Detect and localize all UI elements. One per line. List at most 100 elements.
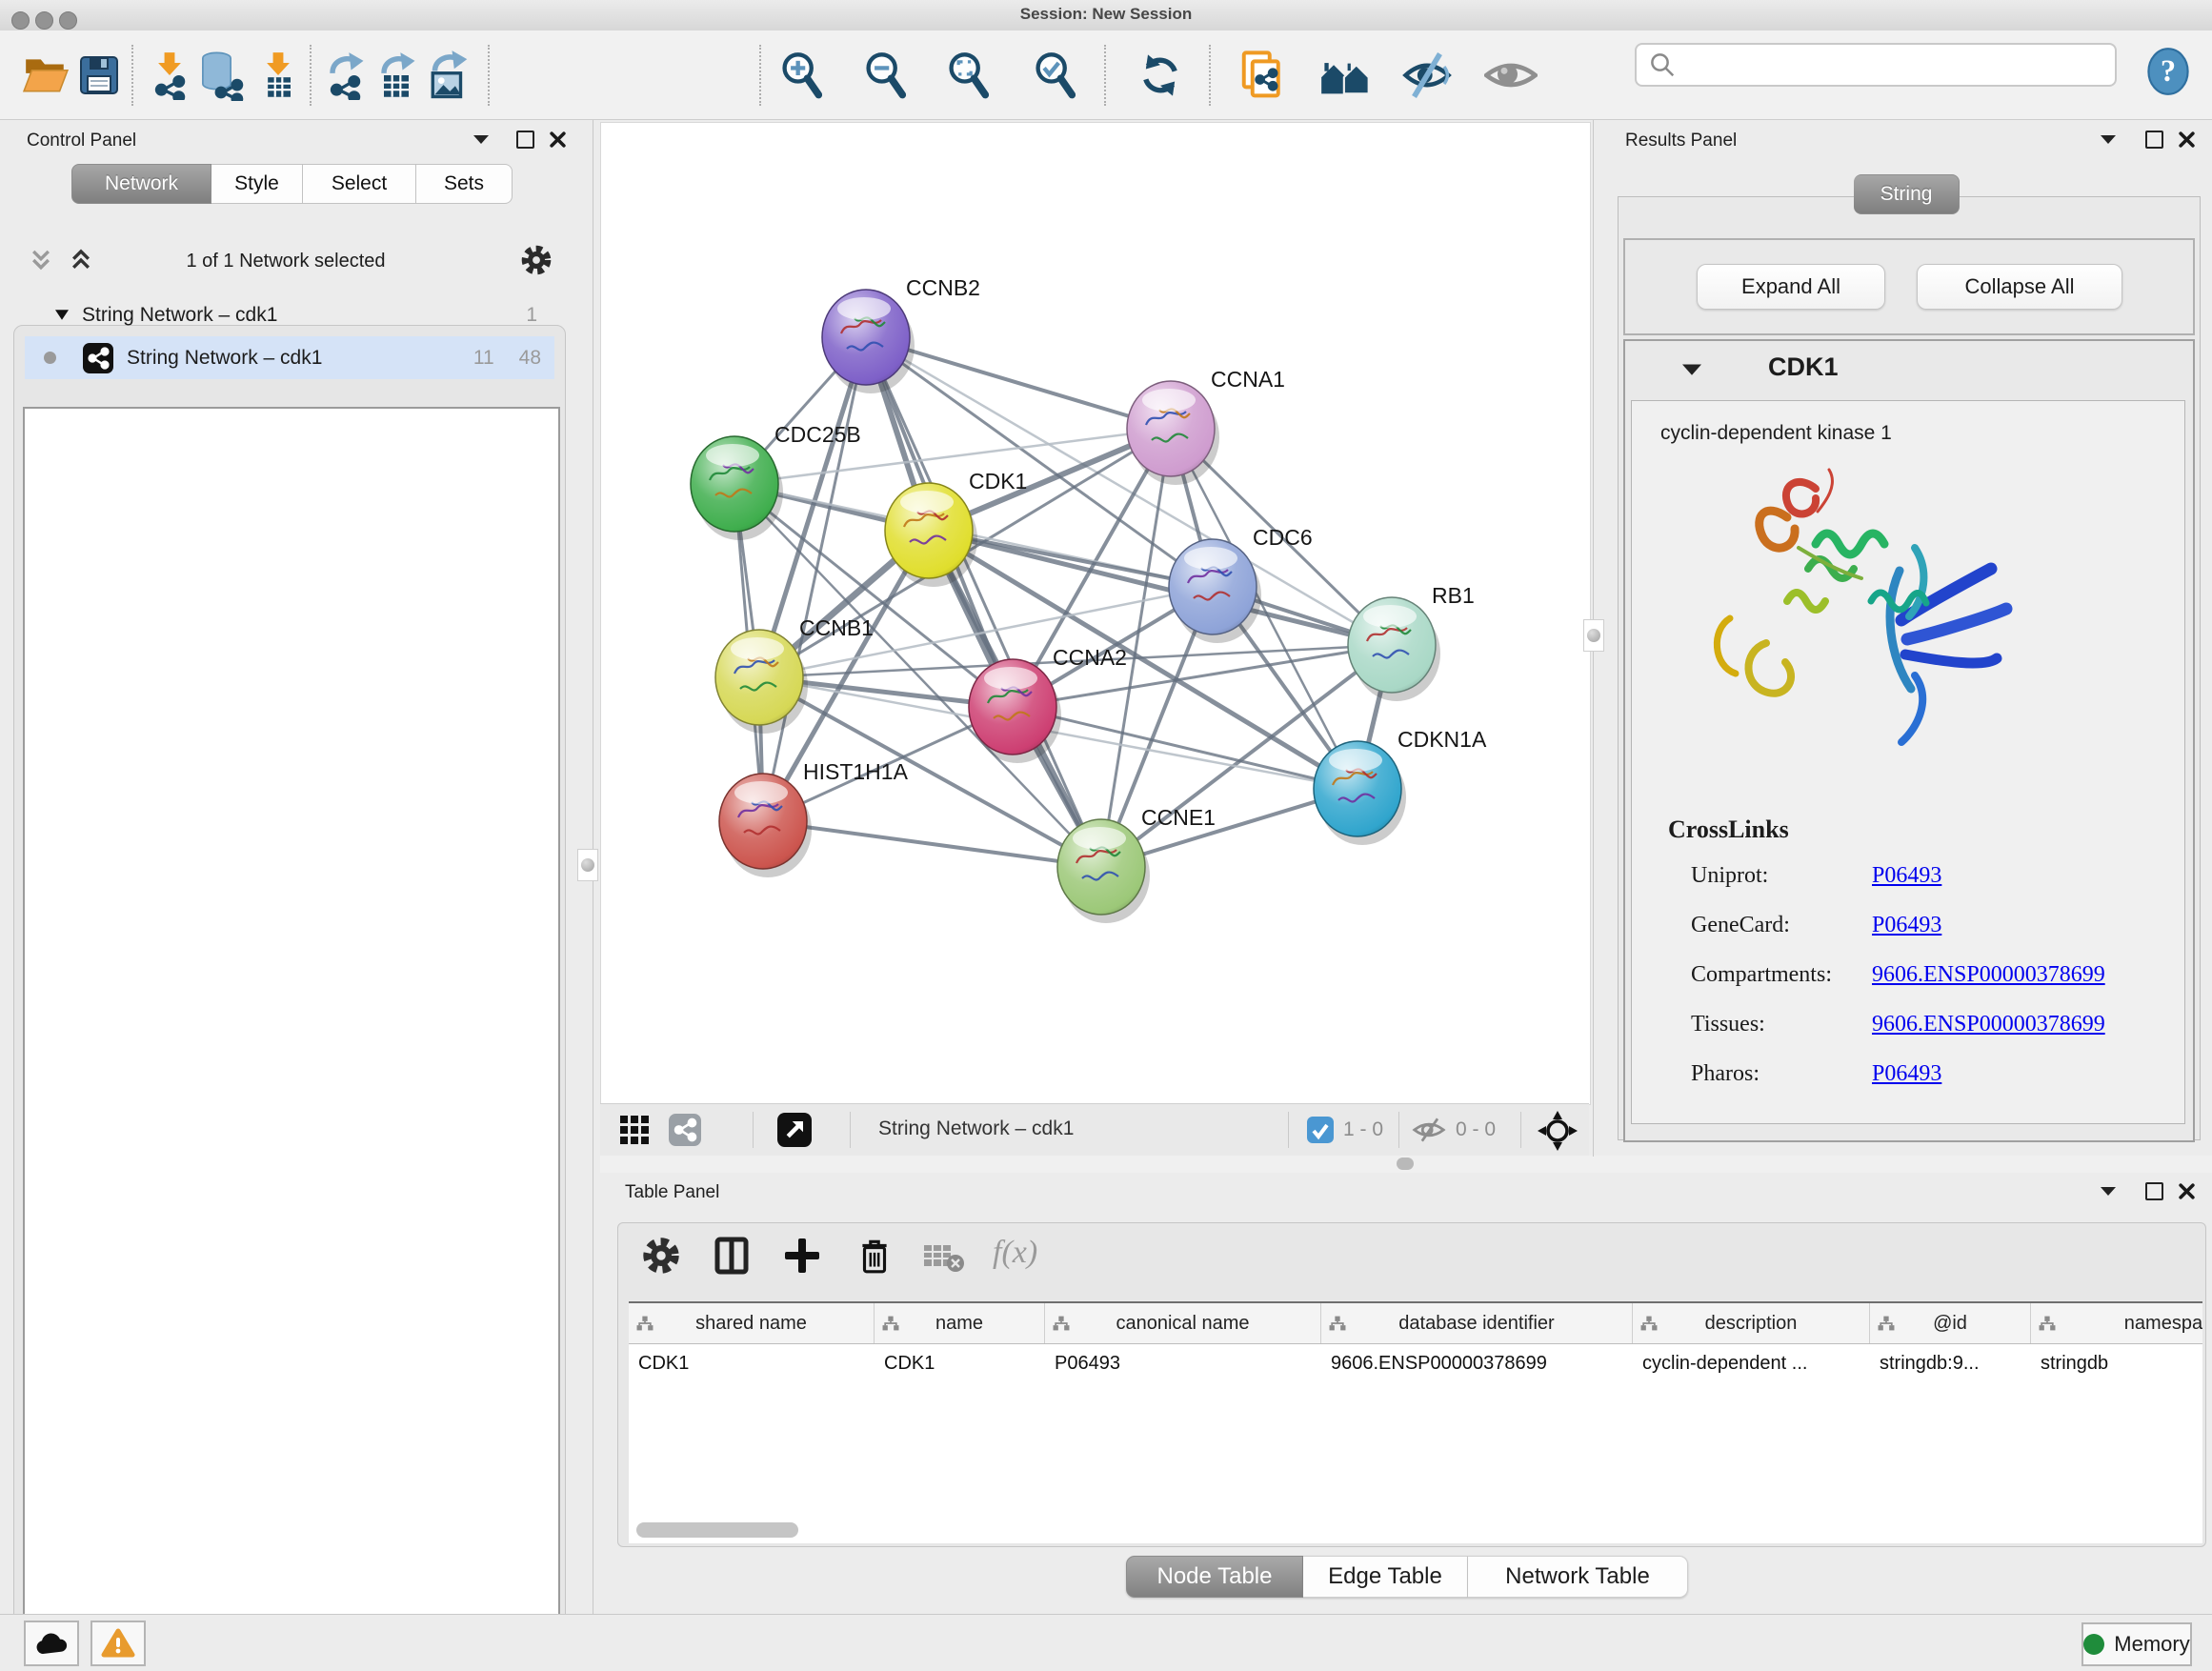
network-canvas[interactable]: CCNB2CCNA1CDC25BCDK1CDC6RB1CCNB1CCNA2CDK… [600,122,1591,1105]
export-table-icon[interactable] [370,47,423,104]
tab-edge-table[interactable]: Edge Table [1303,1556,1468,1598]
crosslink-link[interactable]: 9606.ENSP00000378699 [1872,962,2105,988]
crosslink-link[interactable]: P06493 [1872,913,1941,938]
node-label-CDKN1A: CDKN1A [1398,727,1487,752]
delete-column-trash-icon[interactable] [855,1236,894,1280]
export-image-icon[interactable] [421,47,474,104]
node-CCNB2[interactable]: CCNB2 [822,275,980,393]
expand-all-networks-icon[interactable] [69,248,93,277]
crosslink-label: Compartments: [1691,962,1872,988]
import-table-icon[interactable] [251,47,305,104]
control-panel-float-icon[interactable] [513,129,537,150]
cloud-status-button[interactable] [24,1621,79,1666]
toolbar-separator [1104,45,1106,106]
network-options-gear-icon[interactable] [519,243,553,282]
edge-CCNB2-HIST1H1A[interactable] [763,337,866,821]
import-network-from-database-icon[interactable] [194,47,248,104]
table-panel-close-icon[interactable] [2174,1180,2199,1201]
expand-all-button[interactable]: Expand All [1697,264,1885,310]
table-cell[interactable]: CDK1 [629,1344,875,1382]
open-session-icon[interactable] [19,47,72,104]
show-eye-icon[interactable] [1484,47,1538,104]
table-panel-float-icon[interactable] [2142,1180,2166,1201]
column-header-shared-name[interactable]: shared name [629,1303,875,1343]
horizontal-divider-handle[interactable] [1397,1158,1414,1170]
export-network-icon[interactable] [318,47,372,104]
memory-button[interactable]: Memory [2081,1622,2192,1666]
table-cell[interactable]: P06493 [1045,1344,1321,1382]
table-row[interactable]: CDK1CDK1P064939606.ENSP00000378699cyclin… [629,1344,2202,1382]
table-panel-collapse-icon[interactable] [2096,1180,2121,1201]
table-cell[interactable]: stringdb [2031,1344,2202,1382]
table-cell[interactable]: 9606.ENSP00000378699 [1321,1344,1633,1382]
control-panel-close-icon[interactable] [545,129,570,150]
crosslink-link[interactable]: 9606.ENSP00000378699 [1872,1012,2105,1037]
zoom-selected-icon[interactable] [1029,47,1082,104]
node-HIST1H1A[interactable]: HIST1H1A [719,759,909,877]
zoom-out-icon[interactable] [859,47,913,104]
column-header-namespace[interactable]: namespace [2031,1303,2202,1343]
collapse-all-button[interactable]: Collapse All [1917,264,2122,310]
column-header-@id[interactable]: @id [1870,1303,2031,1343]
table-cell[interactable]: CDK1 [875,1344,1045,1382]
tab-string[interactable]: String [1854,174,1960,214]
network-row-selected[interactable]: String Network – cdk1 11 48 [25,336,554,379]
column-group-icon [1640,1315,1658,1332]
node-CDC6[interactable]: CDC6 [1169,525,1313,643]
hide-glasses-icon[interactable] [1400,47,1454,104]
crosslink-link[interactable]: P06493 [1872,863,1941,889]
protein-disclosure-icon[interactable] [1682,362,1701,381]
grid-view-icon[interactable] [619,1115,650,1150]
left-divider-handle[interactable] [577,849,598,881]
network-share-view-icon[interactable] [669,1114,701,1151]
tab-network[interactable]: Network [71,164,211,204]
node-CCNA1[interactable]: CCNA1 [1127,367,1285,485]
string-network-graph[interactable]: CCNB2CCNA1CDC25BCDK1CDC6RB1CCNB1CCNA2CDK… [601,123,1588,1102]
crosslink-link[interactable]: P06493 [1872,1061,1941,1087]
zoom-in-icon[interactable] [775,47,829,104]
column-header-database-identifier[interactable]: database identifier [1321,1303,1633,1343]
search-input[interactable] [1682,53,2115,77]
results-panel-float-icon[interactable] [2142,129,2166,150]
node-CCNB1[interactable]: CCNB1 [715,615,874,734]
tab-network-table[interactable]: Network Table [1468,1556,1688,1598]
table-cell[interactable]: stringdb:9... [1870,1344,2031,1382]
locate-crosshair-icon[interactable] [1538,1111,1578,1156]
help-icon[interactable]: ? [2142,43,2195,100]
node-RB1[interactable]: RB1 [1348,583,1475,701]
main-toolbar: ? [0,30,2212,120]
table-horizontal-scrollbar[interactable] [636,1522,798,1538]
right-divider-handle[interactable] [1583,619,1604,652]
column-header-name[interactable]: name [875,1303,1045,1343]
warnings-button[interactable] [90,1621,146,1666]
string-home-icon[interactable] [1319,47,1373,104]
save-session-icon[interactable] [72,47,126,104]
open-in-new-window-icon[interactable] [777,1113,812,1152]
toolbar-separator [759,45,761,106]
tab-style[interactable]: Style [211,164,303,204]
collection-disclosure-icon[interactable] [55,310,69,320]
tab-node-table[interactable]: Node Table [1126,1556,1303,1598]
selected-checkbox-icon[interactable] [1307,1117,1334,1148]
edge-HIST1H1A-CCNE1[interactable] [763,821,1101,867]
refresh-icon[interactable] [1134,47,1187,104]
table-gear-icon[interactable] [640,1235,682,1281]
column-header-canonical-name[interactable]: canonical name [1045,1303,1321,1343]
network-collection-row[interactable]: String Network – cdk1 1 [25,293,554,336]
import-network-icon[interactable] [143,47,196,104]
tab-select[interactable]: Select [303,164,416,204]
control-panel-collapse-icon[interactable] [469,129,493,150]
edge-CCNB2-CCNE1[interactable] [866,337,1101,867]
table-cell[interactable]: cyclin-dependent ... [1633,1344,1870,1382]
show-columns-icon[interactable] [713,1237,751,1279]
zoom-fit-icon[interactable] [942,47,995,104]
tab-sets[interactable]: Sets [416,164,513,204]
results-panel-collapse-icon[interactable] [2096,129,2121,150]
add-column-icon[interactable] [783,1237,821,1279]
column-header-description[interactable]: description [1633,1303,1870,1343]
string-import-icon[interactable] [1237,47,1290,104]
results-panel-close-icon[interactable] [2174,129,2199,150]
collapse-all-networks-icon[interactable] [29,248,53,277]
node-CDKN1A[interactable]: CDKN1A [1314,727,1487,845]
control-panel: Control Panel NetworkStyleSelectSets 1 o… [0,119,598,1614]
